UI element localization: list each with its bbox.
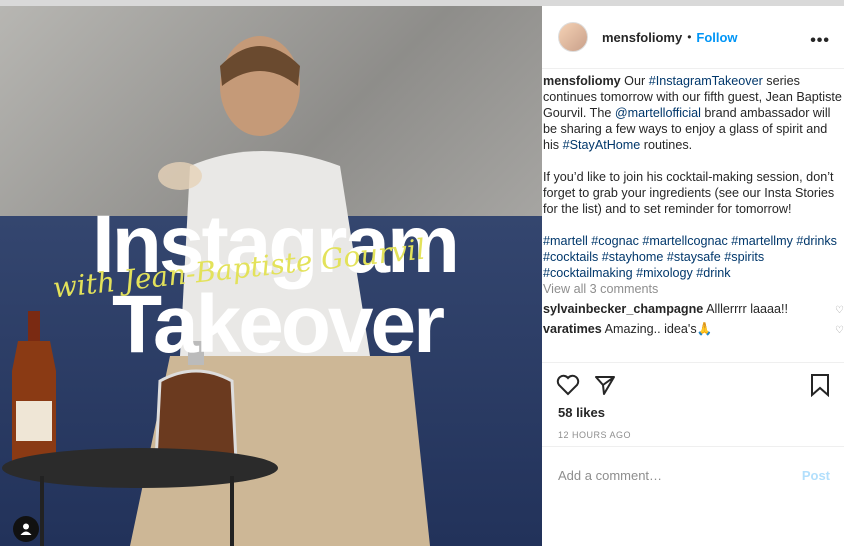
caption-text-a: Our [620, 74, 649, 88]
comment-text: Amazing.. idea's🙏 [604, 322, 713, 336]
comment-row: sylvainbecker_champagne Alllerrrr laaaa!… [543, 301, 844, 317]
separator-dot: • [687, 30, 692, 44]
image-title-line2: Takeover [112, 279, 445, 370]
post-modal: Instagram Takeover with Jean-Baptiste Go… [0, 0, 844, 546]
comment-like-heart-icon[interactable]: ♡ [835, 303, 844, 319]
comment-row: varatimes Amazing.. idea's🙏 ♡ [543, 321, 844, 337]
caption-text-d: routines. [640, 138, 693, 152]
view-all-comments-link[interactable]: View all 3 comments [543, 281, 844, 297]
follow-button[interactable]: Follow [696, 30, 737, 45]
comment-input[interactable] [542, 466, 802, 484]
avatar[interactable] [558, 22, 588, 52]
heart-icon[interactable] [556, 374, 580, 396]
post-comment-button[interactable]: Post [802, 468, 844, 483]
user-icon [20, 523, 32, 535]
add-comment-bar: Post [542, 446, 844, 503]
action-icons [542, 363, 844, 397]
more-options-icon[interactable]: ••• [810, 32, 830, 50]
share-icon[interactable] [594, 374, 616, 396]
mention-link[interactable]: @martellofficial [615, 106, 701, 120]
post-sidebar: mensfoliomy • Follow ••• mensfoliomy Our… [542, 6, 844, 546]
hashtag-link[interactable]: #InstagramTakeover [649, 74, 763, 88]
post-header: mensfoliomy • Follow ••• [542, 6, 844, 69]
bookmark-icon[interactable] [810, 373, 830, 397]
comment-like-heart-icon[interactable]: ♡ [835, 323, 844, 339]
author-username[interactable]: mensfoliomy [602, 30, 682, 45]
comment-username[interactable]: varatimes [543, 322, 602, 336]
side-table [2, 448, 278, 546]
action-bar: 58 likes 12 HOURS AGO [542, 362, 844, 447]
caption-paragraph-2: If you’d like to join his cocktail-makin… [543, 170, 835, 216]
comment-username[interactable]: sylvainbecker_champagne [543, 302, 703, 316]
likes-count[interactable]: 58 likes [542, 397, 844, 420]
user-tag-button[interactable] [13, 516, 39, 542]
hashtag-link[interactable]: #StayAtHome [563, 138, 641, 152]
post-image[interactable]: Instagram Takeover with Jean-Baptiste Go… [0, 6, 542, 546]
caption: mensfoliomy Our #InstagramTakeover serie… [542, 69, 844, 337]
post-timestamp[interactable]: 12 HOURS AGO [542, 420, 844, 440]
caption-username[interactable]: mensfoliomy [543, 74, 621, 88]
caption-paragraph-1: mensfoliomy Our #InstagramTakeover serie… [543, 73, 844, 153]
caption-hashtags[interactable]: #martell #cognac #martellcognac #martell… [543, 233, 844, 281]
comment-text: Alllerrrr laaaa!! [706, 302, 789, 316]
